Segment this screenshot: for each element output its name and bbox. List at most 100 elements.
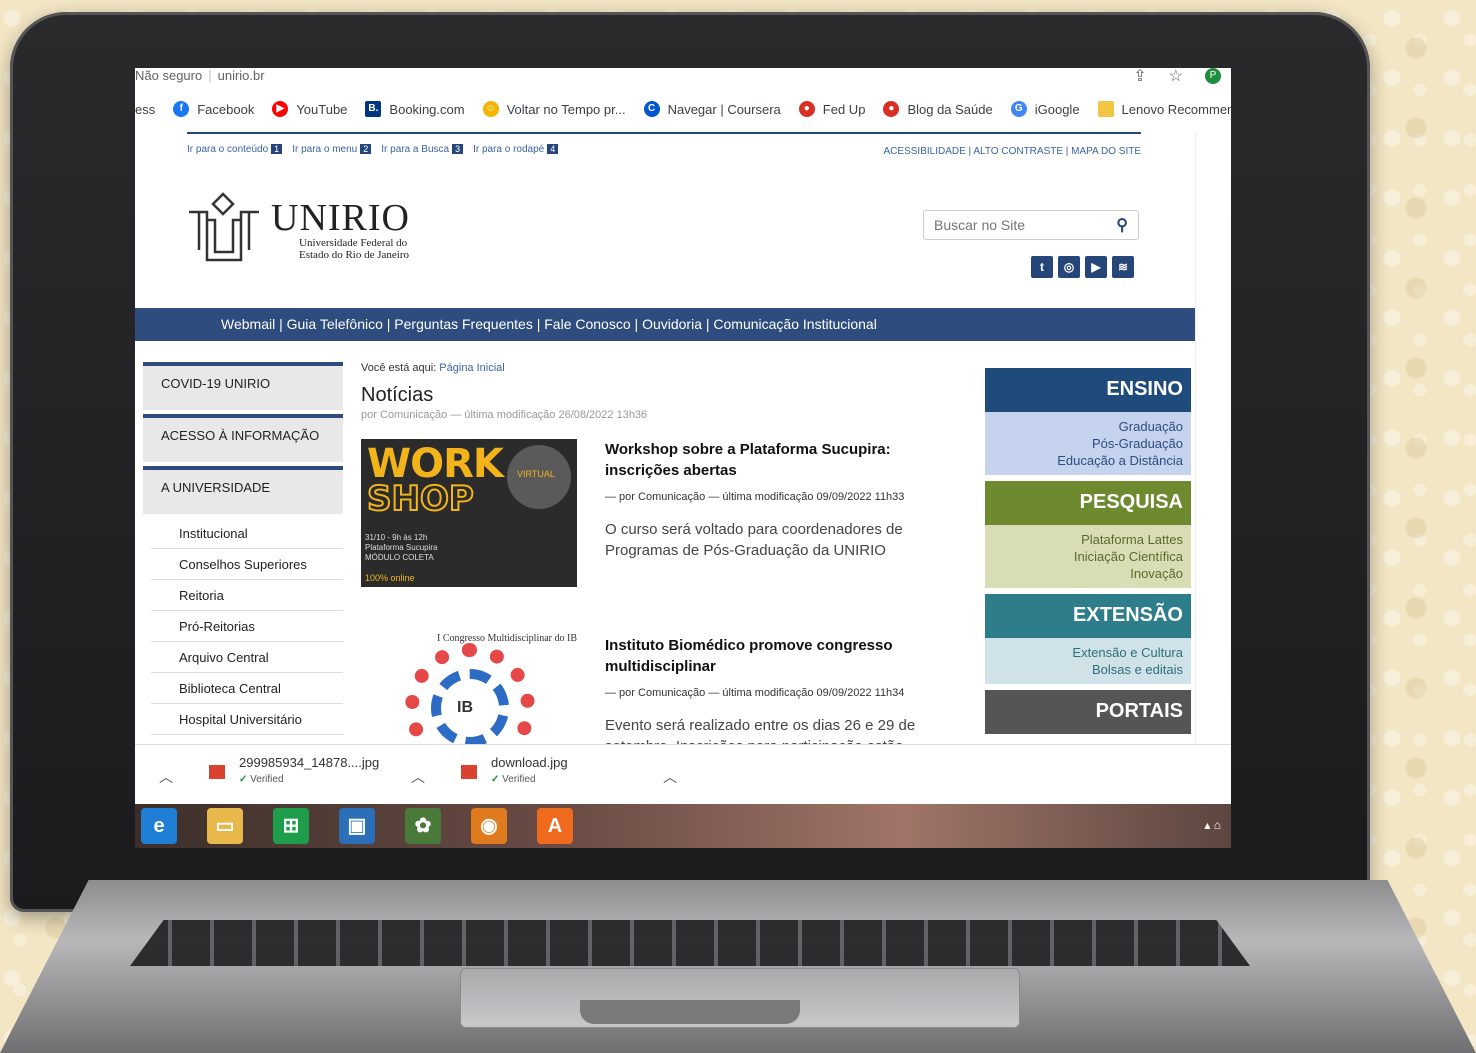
share-icon[interactable]: ⇪	[1133, 68, 1146, 86]
portais-title[interactable]: PORTAIS	[985, 690, 1191, 734]
search-icon[interactable]: ⚲	[1116, 215, 1128, 235]
bookmark-favicon-icon: ▶	[272, 101, 289, 117]
explorer-icon[interactable]: ▭	[207, 808, 243, 844]
nav-link[interactable]: Fale Conosco	[544, 316, 630, 332]
windows-taskbar: ▴ ⌂ e ▭ ⊞ ▣ ✿ ◉ A	[135, 804, 1231, 848]
download-bar: ︿ 299985934_14878....jpg Verified ︿ down…	[135, 744, 1231, 804]
workshop-thumbnail[interactable]: WORK SHOP 31/10 - 9h às 12h Plataforma S…	[361, 439, 577, 587]
sidebar-item[interactable]: Pró-Reitorias	[151, 611, 343, 642]
sidebar-item[interactable]: Reitoria	[151, 580, 343, 611]
bookmark-item[interactable]: ☺ Voltar no Tempo pr...	[482, 101, 626, 117]
main-content: Você está aqui: Página Inicial Notícias …	[361, 362, 981, 744]
browser-chrome: Não seguro | unirio.br ⇪ ☆ P ess f Facebook ▶…	[135, 68, 1231, 132]
ensino-link[interactable]: Graduação	[985, 418, 1183, 435]
unirio-logo[interactable]: UNIRIO Universidade Federal do Estado do…	[185, 190, 410, 270]
search-input[interactable]	[934, 217, 1117, 233]
accessibility-links[interactable]: ACESSIBILIDADE | ALTO CONTRASTE | MAPA D…	[884, 146, 1141, 157]
bookmark-item[interactable]: ▶ YouTube	[272, 101, 347, 117]
instagram-icon[interactable]: ◎	[1058, 256, 1080, 278]
right-column: ENSINO Graduação Pós-Graduação Educação …	[985, 368, 1191, 740]
news-description: O curso será voltado para coordenadores …	[605, 521, 903, 559]
sidebar-item[interactable]: Conselhos Superiores	[151, 549, 343, 580]
skip-link[interactable]: Ir para a Busca 3	[381, 144, 464, 155]
image-file-icon	[209, 765, 225, 779]
ensino-link[interactable]: Pós-Graduação	[985, 435, 1183, 452]
address-bar[interactable]: Não seguro | unirio.br	[135, 68, 265, 83]
bookmark-item[interactable]: ● Blog da Saúde	[883, 101, 993, 117]
pesquisa-block: PESQUISA Plataforma Lattes Iniciação Cie…	[985, 481, 1191, 588]
nav-link[interactable]: Guia Telefônico	[287, 316, 383, 332]
news-item[interactable]: IB I Congresso Multidisciplinar do IB In…	[361, 633, 981, 744]
nav-link[interactable]: Webmail	[221, 316, 275, 332]
bookmark-item[interactable]: ess	[135, 102, 155, 117]
sidebar-heading[interactable]: A UNIVERSIDADE	[143, 466, 343, 514]
desktop-icon[interactable]: ▣	[339, 808, 375, 844]
congress-thumbnail[interactable]: IB I Congresso Multidisciplinar do IB	[361, 633, 577, 744]
ensino-link[interactable]: Educação a Distância	[985, 452, 1183, 469]
download-item[interactable]: download.jpg Verified	[461, 755, 568, 795]
news-item[interactable]: WORK SHOP 31/10 - 9h às 12h Plataforma S…	[361, 439, 981, 617]
download-filename: download.jpg	[491, 755, 568, 770]
laptop-keyboard	[130, 920, 1250, 966]
news-headline[interactable]: Workshop sobre a Plataforma Sucupira: in…	[605, 439, 935, 481]
extensao-link[interactable]: Bolsas e editais	[985, 661, 1183, 678]
address-bar-icons: ⇪ ☆ P	[1133, 68, 1221, 86]
web-page: Ir para o conteúdo 1 Ir para o menu 2 Ir par…	[135, 132, 1195, 744]
skip-link[interactable]: Ir para o rodapé 4	[473, 144, 559, 155]
chevron-up-icon[interactable]: ︿	[663, 767, 677, 787]
bookmark-favicon-icon: B.	[365, 101, 382, 117]
sidebar-item[interactable]: Biblioteca Central	[151, 673, 343, 704]
sidebar-item[interactable]: Institucional	[151, 518, 343, 549]
page-meta: por Comunicação — última modificação 26/…	[361, 409, 648, 421]
page-scrollbar[interactable]	[1195, 132, 1231, 744]
sidebar-item[interactable]: Hospital Universitário	[151, 704, 343, 735]
news-headline[interactable]: Instituto Biomédico promove congresso mu…	[605, 635, 935, 677]
app-icon[interactable]: ✿	[405, 808, 441, 844]
extensao-title[interactable]: EXTENSÃO	[985, 594, 1191, 638]
logo-subtitle-1: Universidade Federal do	[299, 237, 408, 249]
avast-icon[interactable]: A	[537, 808, 573, 844]
social-icons: t ◎ ▶ ≋	[1031, 256, 1134, 278]
laptop-screen: Não seguro | unirio.br ⇪ ☆ P ess f Facebook ▶…	[135, 68, 1231, 848]
download-item[interactable]: 299985934_14878....jpg Verified	[209, 755, 379, 795]
system-tray[interactable]: ▴ ⌂	[1204, 818, 1221, 832]
nav-link[interactable]: Ouvidoria	[642, 316, 702, 332]
bookmark-item[interactable]: Lenovo Recommen	[1097, 101, 1231, 117]
store-icon[interactable]: ⊞	[273, 808, 309, 844]
pesquisa-link[interactable]: Plataforma Lattes	[985, 531, 1183, 548]
sidebar-heading[interactable]: COVID-19 UNIRIO	[143, 362, 343, 410]
ie-icon[interactable]: e	[141, 808, 177, 844]
bookmark-item[interactable]: f Facebook	[173, 101, 254, 117]
breadcrumb-home-link[interactable]: Página Inicial	[439, 362, 504, 374]
chevron-up-icon[interactable]: ︿	[411, 767, 425, 787]
news-description: Evento será realizado entre os dias 26 e…	[605, 717, 916, 744]
nav-link[interactable]: Perguntas Frequentes	[394, 316, 533, 332]
pesquisa-title[interactable]: PESQUISA	[985, 481, 1191, 525]
bookmark-item[interactable]: GiGoogle	[1010, 101, 1080, 117]
profile-avatar[interactable]: P	[1205, 68, 1221, 84]
download-status: Verified	[239, 774, 379, 785]
youtube-icon[interactable]: ▶	[1085, 256, 1107, 278]
star-icon[interactable]: ☆	[1169, 68, 1183, 86]
skip-link[interactable]: Ir para o menu 2	[292, 144, 372, 155]
pesquisa-link[interactable]: Iniciação Científica	[985, 548, 1183, 565]
rss-icon[interactable]: ≋	[1112, 256, 1134, 278]
sidebar-heading[interactable]: ACESSO À INFORMAÇÃO	[143, 414, 343, 462]
image-file-icon	[461, 765, 477, 779]
browser-icon[interactable]: ◉	[471, 808, 507, 844]
bookmark-item[interactable]: ● Fed Up	[798, 101, 865, 117]
bookmark-item[interactable]: B. Booking.com	[365, 101, 465, 117]
bookmarks-bar: ess f Facebook ▶ YouTube B. Booking.com ☺ Voltar…	[135, 98, 1231, 120]
bookmark-item[interactable]: C Navegar | Coursera	[643, 101, 781, 117]
extensao-link[interactable]: Extensão e Cultura	[985, 644, 1183, 661]
nav-link[interactable]: Comunicação Institucional	[713, 316, 876, 332]
chevron-up-icon[interactable]: ︿	[159, 767, 173, 787]
skip-link[interactable]: Ir para o conteúdo 1	[187, 144, 283, 155]
sidebar-item[interactable]: Arquivo Central	[151, 642, 343, 673]
pesquisa-link[interactable]: Inovação	[985, 565, 1183, 582]
bookmark-favicon-icon: ●	[883, 101, 900, 117]
logo-title: UNIRIO	[271, 197, 410, 239]
ensino-title[interactable]: ENSINO	[985, 368, 1191, 412]
portais-block: PORTAIS	[985, 690, 1191, 734]
twitter-icon[interactable]: t	[1031, 256, 1053, 278]
